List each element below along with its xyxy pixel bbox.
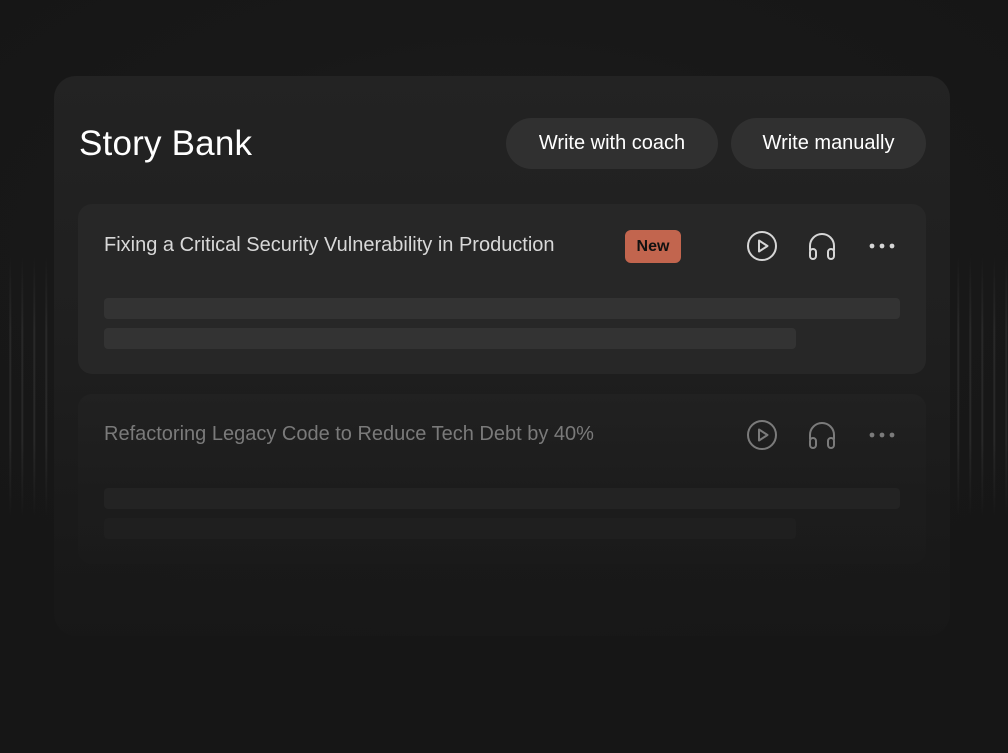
content-placeholder-line bbox=[104, 488, 900, 509]
content-placeholder-line bbox=[104, 518, 796, 539]
story-title[interactable]: Refactoring Legacy Code to Reduce Tech D… bbox=[104, 423, 594, 446]
play-icon[interactable] bbox=[745, 229, 779, 263]
story-title[interactable]: Fixing a Critical Security Vulnerability… bbox=[104, 234, 555, 257]
decorative-edge-lines-left bbox=[0, 250, 60, 520]
decorative-edge-lines-right bbox=[948, 250, 1008, 520]
headphones-icon[interactable] bbox=[805, 229, 839, 263]
write-with-coach-button[interactable]: Write with coach bbox=[506, 118, 718, 169]
page-title: Story Bank bbox=[79, 124, 253, 163]
more-options-icon[interactable] bbox=[865, 229, 899, 263]
more-options-icon[interactable] bbox=[865, 418, 899, 452]
story-bank-panel: Story Bank Write with coach Write manual… bbox=[54, 76, 950, 636]
headphones-icon[interactable] bbox=[805, 418, 839, 452]
new-badge: New bbox=[625, 230, 681, 263]
story-card[interactable]: Fixing a Critical Security Vulnerability… bbox=[78, 204, 926, 374]
play-icon[interactable] bbox=[745, 418, 779, 452]
content-placeholder-line bbox=[104, 328, 796, 349]
content-placeholder-line bbox=[104, 298, 900, 319]
story-card[interactable]: Refactoring Legacy Code to Reduce Tech D… bbox=[78, 394, 926, 564]
write-manually-button[interactable]: Write manually bbox=[731, 118, 926, 169]
app-stage: Story Bank Write with coach Write manual… bbox=[0, 0, 1008, 753]
